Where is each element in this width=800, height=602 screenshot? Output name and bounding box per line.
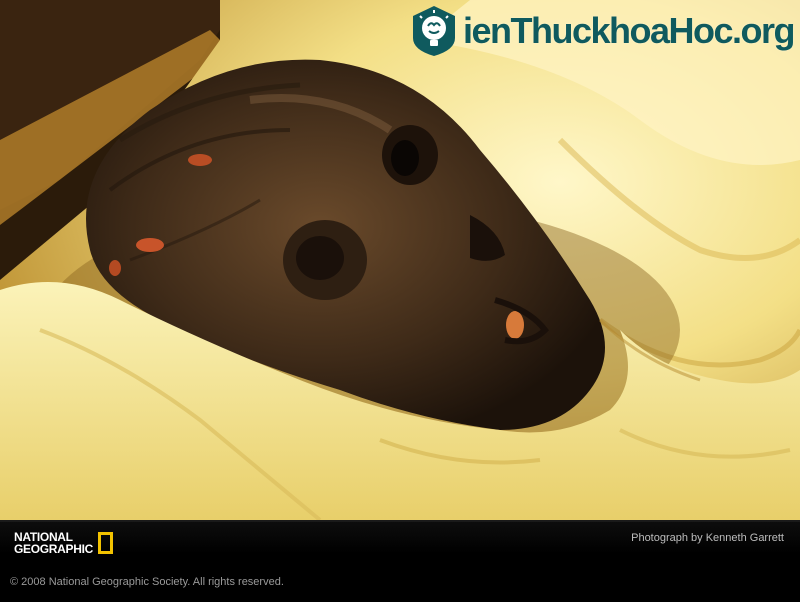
yellow-border-icon [98,532,114,554]
photo-credit: Photograph by Kenneth Garrett [631,532,784,544]
lightbulb-brain-icon [409,4,459,58]
photograph: ienThuckhoaHoc.org [0,0,800,520]
mummy-photo-illustration [0,0,800,520]
watermark: ienThuckhoaHoc.org [409,4,796,58]
watermark-text: ienThuckhoaHoc.org [462,10,796,51]
national-geographic-logo[interactable]: NATIONAL GEOGRAPHIC [14,531,114,555]
footer-bar: NATIONAL GEOGRAPHIC Photograph by Kennet… [0,520,800,602]
copyright-notice: © 2008 National Geographic Society. All … [10,576,284,588]
logo-wordmark: NATIONAL GEOGRAPHIC [14,531,93,555]
logo-line-2: GEOGRAPHIC [14,542,94,556]
